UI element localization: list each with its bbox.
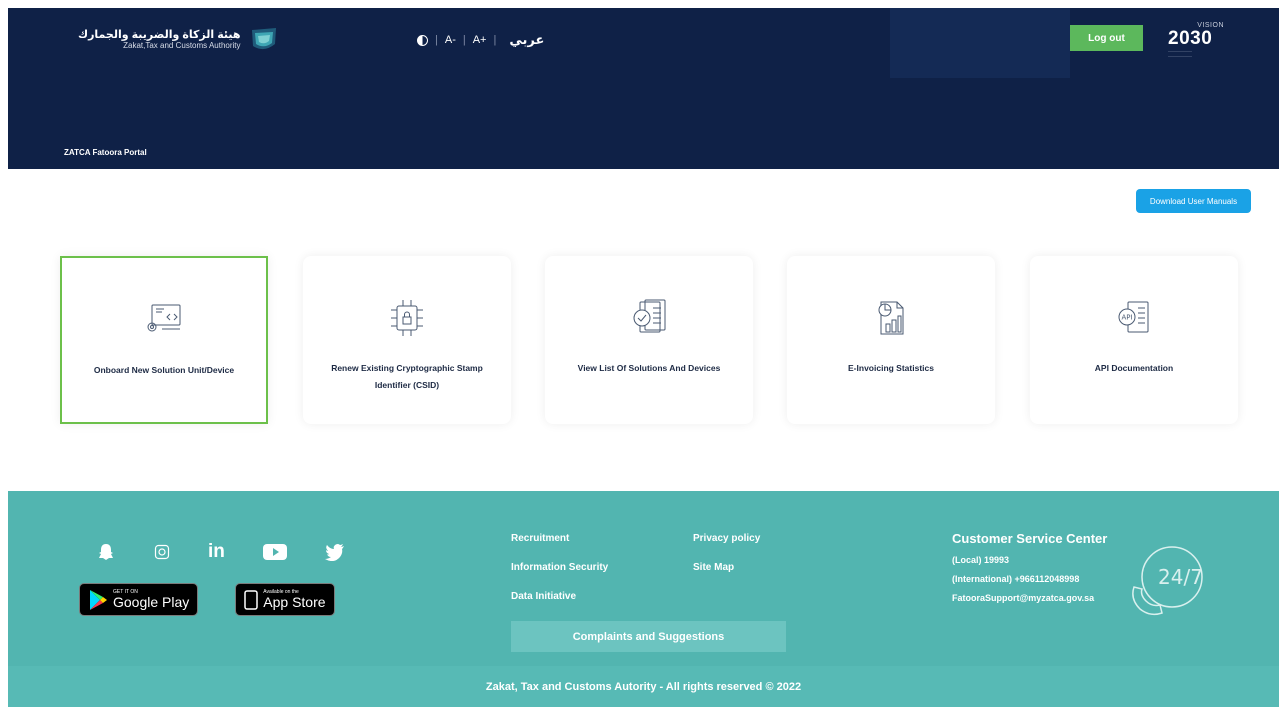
- svg-text:API: API: [1122, 314, 1133, 322]
- language-switch[interactable]: عربي: [509, 32, 544, 48]
- download-user-manuals-button[interactable]: Download User Manuals: [1136, 189, 1251, 213]
- zatca-emblem-icon: [251, 28, 276, 50]
- increase-font-button[interactable]: A+: [473, 34, 487, 46]
- divider: |: [435, 34, 438, 46]
- divider: |: [462, 34, 466, 46]
- card-view-solutions[interactable]: View List Of Solutions And Devices: [545, 256, 753, 424]
- statistics-report-icon: [871, 298, 911, 338]
- information-security-link[interactable]: Information Security: [511, 562, 608, 573]
- social-links: in: [96, 541, 345, 563]
- google-play-badge[interactable]: GET IT ON Google Play: [79, 583, 199, 616]
- support-email[interactable]: FatooraSupport@myzatca.gov.sa: [952, 593, 1107, 603]
- card-label: API Documentation: [1094, 363, 1174, 373]
- vision-2030-logo: VISION 2030 —————— ——————: [1168, 22, 1224, 58]
- card-api-documentation[interactable]: API API Documentation: [1030, 256, 1238, 424]
- instagram-icon[interactable]: [154, 544, 170, 560]
- snapchat-icon[interactable]: [96, 542, 116, 562]
- support-24-7-icon: 24/7: [1126, 539, 1210, 628]
- logo-arabic-text: هيئة الزكاة والضريبة والجمارك: [78, 29, 241, 41]
- badge-text: 24/7: [1158, 565, 1203, 589]
- customer-service-center: Customer Service Center (Local) 19993 (I…: [952, 531, 1107, 612]
- chip-lock-icon: [387, 298, 427, 338]
- api-document-icon: API: [1114, 298, 1154, 338]
- zatca-logo[interactable]: هيئة الزكاة والضريبة والجمارك Zakat,Tax …: [78, 26, 279, 54]
- linkedin-icon[interactable]: in: [208, 541, 225, 563]
- footer-links: Recruitment Privacy policy Information S…: [511, 533, 811, 613]
- site-map-link[interactable]: Site Map: [693, 562, 734, 573]
- computer-settings-icon: [144, 300, 184, 340]
- recruitment-link[interactable]: Recruitment: [511, 533, 569, 544]
- complaints-suggestions-button[interactable]: Complaints and Suggestions: [511, 621, 786, 652]
- card-label: Renew Existing Cryptographic Stamp Ident…: [331, 363, 483, 390]
- card-einvoicing-statistics[interactable]: E-Invoicing Statistics: [787, 256, 995, 424]
- vision-subtext: —————— ——————: [1168, 48, 1192, 58]
- divider: |: [493, 34, 497, 46]
- app-store-badges: GET IT ON Google Play Available on the A…: [79, 583, 335, 616]
- decrease-font-button[interactable]: A-: [445, 34, 456, 46]
- google-play-big-text: Google Play: [113, 594, 190, 610]
- international-phone[interactable]: (International) +966112048998: [952, 574, 1107, 584]
- logo-english-text: Zakat,Tax and Customs Authority: [123, 41, 241, 50]
- privacy-policy-link[interactable]: Privacy policy: [693, 533, 760, 544]
- accessibility-toolbar: | A- | A+ | عربي: [417, 32, 544, 48]
- data-initiative-link[interactable]: Data Initiative: [511, 591, 576, 602]
- twitter-icon[interactable]: [324, 543, 345, 561]
- footer: in GET IT ON Google Play Available on th…: [8, 491, 1279, 666]
- card-label: E-Invoicing Statistics: [848, 363, 934, 373]
- app-store-big-text: App Store: [263, 594, 326, 610]
- header-decoration: [890, 8, 1070, 78]
- copyright-bar: Zakat, Tax and Customs Autority - All ri…: [8, 666, 1279, 707]
- vision-year: 2030: [1168, 28, 1213, 49]
- logout-button[interactable]: Log out: [1070, 25, 1143, 51]
- phone-icon: [244, 589, 259, 610]
- youtube-icon[interactable]: [262, 543, 287, 561]
- logo-text: هيئة الزكاة والضريبة والجمارك Zakat,Tax …: [78, 29, 241, 51]
- customer-service-title: Customer Service Center: [952, 531, 1108, 546]
- card-label: View List Of Solutions And Devices: [577, 363, 721, 373]
- google-play-icon: [90, 589, 107, 610]
- portal-title: ZATCA Fatoora Portal: [64, 148, 147, 157]
- service-cards: Onboard New Solution Unit/Device Renew E…: [60, 256, 1240, 424]
- card-onboard-solution[interactable]: Onboard New Solution Unit/Device: [60, 256, 268, 424]
- contrast-toggle-icon[interactable]: [417, 34, 428, 46]
- local-phone[interactable]: (Local) 19993: [952, 555, 1107, 565]
- app-store-badge[interactable]: Available on the App Store: [235, 583, 335, 616]
- header: هيئة الزكاة والضريبة والجمارك Zakat,Tax …: [8, 8, 1279, 169]
- card-label: Onboard New Solution Unit/Device: [93, 365, 235, 375]
- document-check-icon: [629, 298, 669, 338]
- card-renew-csid[interactable]: Renew Existing Cryptographic Stamp Ident…: [303, 256, 511, 424]
